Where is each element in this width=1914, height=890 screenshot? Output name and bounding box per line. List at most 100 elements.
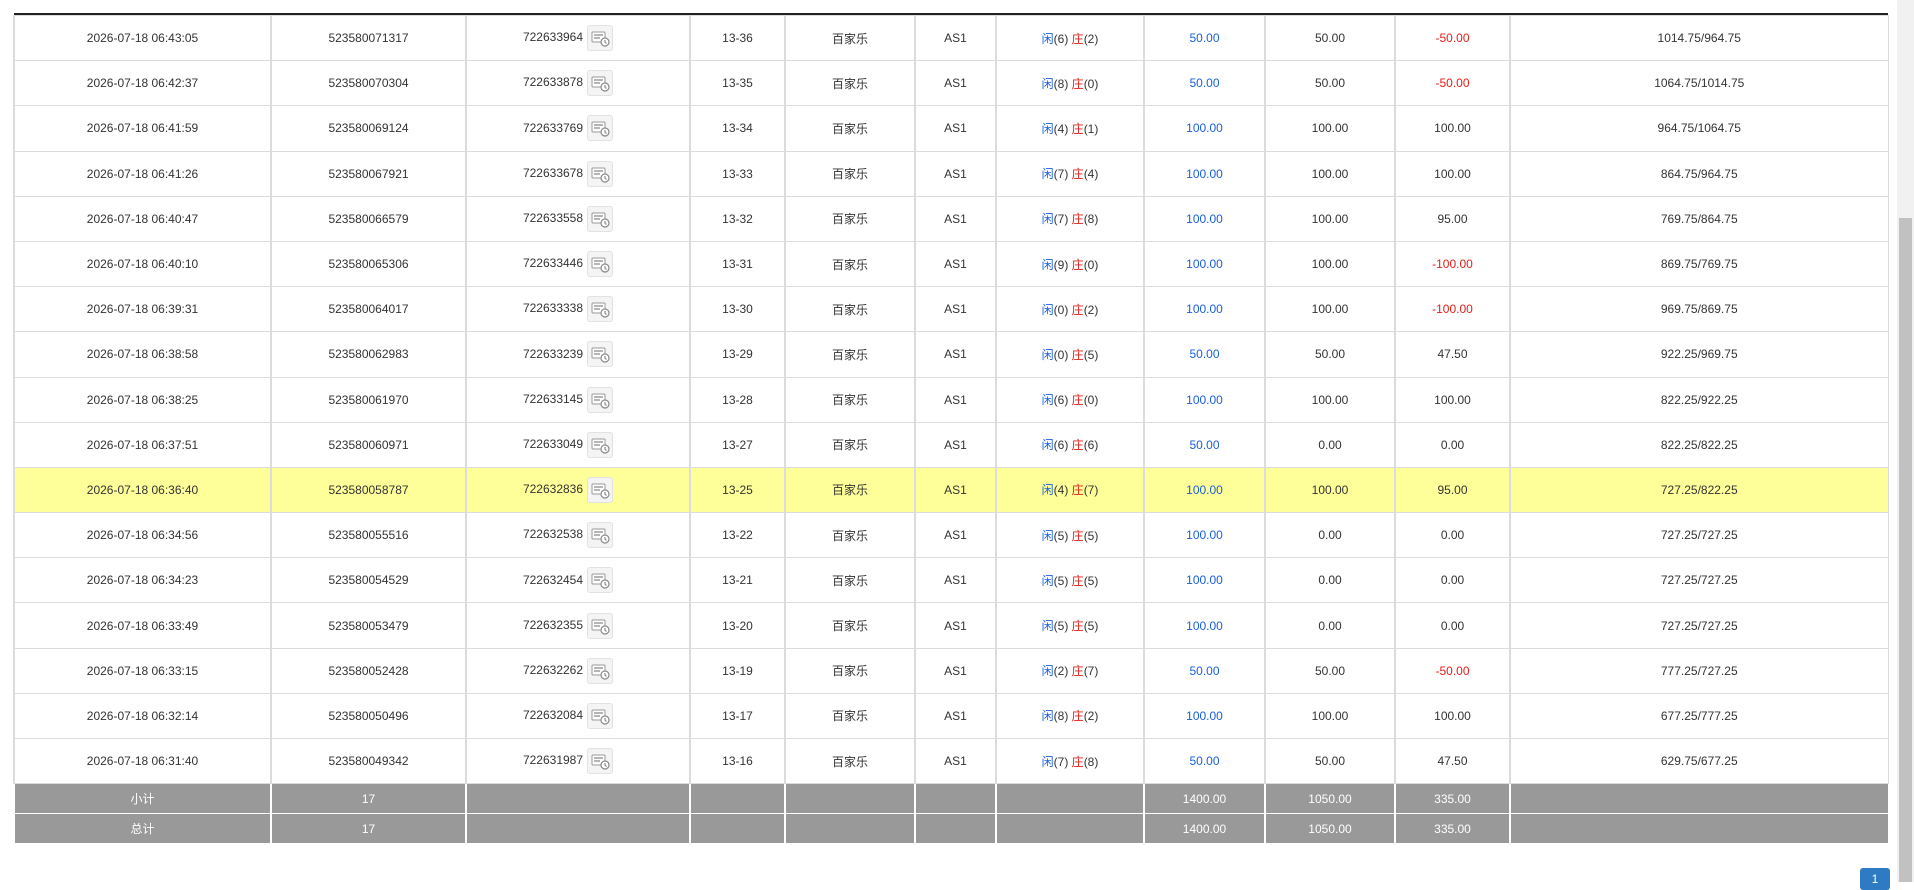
valid-bet-cell: 100.00 bbox=[1264, 240, 1396, 288]
bet-time-cell: 2026-07-18 06:33:15 bbox=[13, 647, 272, 694]
bet-time-cell: 2026-07-18 06:40:47 bbox=[13, 195, 272, 242]
player-points: (0) bbox=[1053, 347, 1069, 362]
player-label: 闲 bbox=[1041, 528, 1054, 543]
game-detail-icon[interactable] bbox=[587, 25, 614, 52]
game-type-cell: 百家乐 bbox=[784, 150, 916, 197]
vertical-scrollbar[interactable] bbox=[1897, 0, 1914, 882]
banker-points: (6) bbox=[1083, 438, 1099, 453]
table-number-cell: 13-22 bbox=[689, 512, 786, 559]
bet-time-cell: 2026-07-18 06:38:58 bbox=[13, 331, 272, 378]
game-type-cell: 百家乐 bbox=[784, 647, 916, 694]
table-number-cell: 13-28 bbox=[689, 376, 786, 423]
room-cell: AS1 bbox=[914, 692, 997, 740]
valid-bet-cell: 100.00 bbox=[1264, 692, 1396, 740]
payout-cell: 0.00 bbox=[1394, 512, 1511, 559]
player-points: (5) bbox=[1053, 528, 1069, 543]
valid-bet-cell: 100.00 bbox=[1264, 286, 1396, 333]
balance-cell: 727.25/822.25 bbox=[1509, 466, 1889, 514]
balance-cell: 864.75/964.75 bbox=[1509, 150, 1889, 197]
game-detail-icon[interactable] bbox=[587, 160, 614, 187]
table-row: 2026-07-18 06:43:05 523580071317 722633964… bbox=[13, 14, 1889, 62]
table-row: 2026-07-18 06:33:49 523580053479 722632355… bbox=[13, 602, 1889, 649]
room-cell: AS1 bbox=[914, 331, 997, 378]
banker-points: (2) bbox=[1083, 31, 1099, 46]
bet-time-cell: 2026-07-18 06:33:49 bbox=[13, 602, 272, 649]
valid-bet-cell: 100.00 bbox=[1264, 466, 1396, 514]
banker-label: 庄 bbox=[1071, 393, 1084, 408]
bet-amount-cell: 100.00 bbox=[1143, 376, 1266, 423]
valid-bet-cell: 50.00 bbox=[1264, 60, 1396, 107]
valid-bet-cell: 100.00 bbox=[1264, 376, 1396, 423]
player-points: (7) bbox=[1053, 754, 1069, 769]
room-cell: AS1 bbox=[914, 60, 997, 107]
banker-label: 庄 bbox=[1071, 664, 1084, 679]
game-detail-icon[interactable] bbox=[587, 431, 614, 458]
bet-amount-cell: 50.00 bbox=[1143, 331, 1266, 378]
subtotal-valid: 1050.00 bbox=[1264, 783, 1396, 815]
player-points: (7) bbox=[1053, 212, 1069, 227]
payout-cell: 47.50 bbox=[1394, 331, 1511, 378]
game-detail-icon[interactable] bbox=[587, 748, 614, 775]
balance-cell: 1014.75/964.75 bbox=[1509, 14, 1889, 62]
table-number-cell: 13-31 bbox=[689, 240, 786, 288]
round-number-text: 722633049 bbox=[522, 436, 584, 451]
player-points: (8) bbox=[1053, 76, 1069, 91]
table-number-cell: 13-36 bbox=[689, 14, 786, 62]
payout-cell: 95.00 bbox=[1394, 195, 1511, 242]
room-cell: AS1 bbox=[914, 557, 997, 604]
total-label: 总计 bbox=[13, 813, 272, 845]
game-detail-icon[interactable] bbox=[587, 115, 614, 142]
game-detail-icon[interactable] bbox=[587, 522, 614, 549]
table-number-cell: 13-29 bbox=[689, 331, 786, 378]
balance-cell: 969.75/869.75 bbox=[1509, 286, 1889, 333]
banker-points: (0) bbox=[1083, 393, 1099, 408]
bet-amount-cell: 100.00 bbox=[1143, 602, 1266, 649]
result-cell: 闲(6) 庄(6) bbox=[995, 421, 1145, 468]
player-label: 闲 bbox=[1041, 619, 1054, 634]
banker-label: 庄 bbox=[1071, 347, 1084, 362]
table-body: 2026-07-18 06:43:05 523580071317 722633964… bbox=[13, 14, 1889, 785]
banker-label: 庄 bbox=[1071, 302, 1084, 317]
round-number-text: 722633446 bbox=[522, 256, 584, 271]
game-detail-icon[interactable] bbox=[587, 205, 614, 232]
subtotal-payout: 335.00 bbox=[1394, 783, 1511, 815]
payout-cell: -100.00 bbox=[1394, 240, 1511, 288]
room-cell: AS1 bbox=[914, 647, 997, 694]
subtotal-row: 小计 17 1400.00 1050.00 335.00 bbox=[13, 783, 1889, 815]
player-label: 闲 bbox=[1041, 302, 1054, 317]
scrollbar-thumb[interactable] bbox=[1899, 218, 1912, 882]
order-number-cell: 523580049342 bbox=[270, 737, 467, 785]
round-number-cell: 722633769 bbox=[465, 105, 691, 152]
game-detail-icon[interactable] bbox=[587, 251, 614, 278]
round-number-text: 722633678 bbox=[522, 165, 584, 180]
player-label: 闲 bbox=[1041, 483, 1054, 498]
total-count: 17 bbox=[270, 813, 467, 845]
player-points: (8) bbox=[1053, 709, 1069, 724]
pagination-page-button[interactable]: 1 bbox=[1860, 868, 1890, 890]
game-detail-icon[interactable] bbox=[587, 476, 614, 503]
table-number-cell: 13-34 bbox=[689, 105, 786, 152]
game-detail-icon[interactable] bbox=[587, 341, 614, 368]
player-points: (2) bbox=[1053, 664, 1069, 679]
banker-points: (5) bbox=[1083, 347, 1099, 362]
game-detail-icon[interactable] bbox=[587, 657, 614, 684]
banker-points: (8) bbox=[1083, 754, 1099, 769]
bet-records-table: 2026-07-18 06:43:05 523580071317 722633964… bbox=[13, 13, 1889, 845]
banker-points: (1) bbox=[1083, 121, 1099, 136]
game-detail-icon[interactable] bbox=[587, 702, 614, 729]
game-detail-icon[interactable] bbox=[587, 386, 614, 413]
game-detail-icon[interactable] bbox=[587, 296, 614, 323]
order-number-cell: 523580066579 bbox=[270, 195, 467, 242]
banker-points: (5) bbox=[1083, 573, 1099, 588]
order-number-cell: 523580050496 bbox=[270, 692, 467, 740]
game-detail-icon[interactable] bbox=[587, 567, 614, 594]
total-bet: 1400.00 bbox=[1143, 813, 1266, 845]
payout-cell: 47.50 bbox=[1394, 737, 1511, 785]
order-number-cell: 523580054529 bbox=[270, 557, 467, 604]
game-detail-icon[interactable] bbox=[587, 70, 614, 97]
table-number-cell: 13-32 bbox=[689, 195, 786, 242]
result-cell: 闲(0) 庄(5) bbox=[995, 331, 1145, 378]
room-cell: AS1 bbox=[914, 240, 997, 288]
game-detail-icon[interactable] bbox=[587, 612, 614, 639]
round-number-text: 722632355 bbox=[522, 617, 584, 632]
